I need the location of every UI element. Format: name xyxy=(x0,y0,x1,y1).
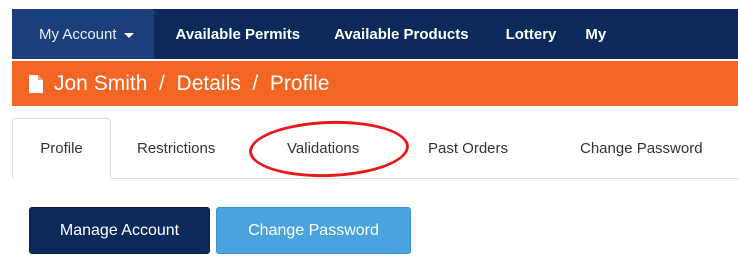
breadcrumb: Jon Smith / Details / Profile xyxy=(12,61,738,106)
change-password-button[interactable]: Change Password xyxy=(216,207,411,254)
tab-bar: Profile Restrictions Validations Past Or… xyxy=(12,118,738,179)
nav-item-label: Lottery xyxy=(505,25,557,43)
nav-item-label: Available Permits xyxy=(175,25,301,43)
tab-validations[interactable]: Validations xyxy=(287,118,359,178)
caret-down-icon xyxy=(123,32,134,38)
nav-item-available-permits[interactable]: Available Permits xyxy=(176,9,301,59)
nav-item-available-products[interactable]: Available Products xyxy=(334,9,469,59)
nav-item-my[interactable]: My xyxy=(585,9,606,59)
tab-label: Profile xyxy=(40,140,83,157)
tab-past-orders[interactable]: Past Orders xyxy=(428,118,508,178)
page: My Account Available Permits Available P… xyxy=(0,0,738,261)
document-icon xyxy=(29,74,43,93)
nav-item-lottery[interactable]: Lottery xyxy=(506,9,557,59)
nav-item-label: My xyxy=(585,25,607,43)
top-navbar: My Account Available Permits Available P… xyxy=(12,9,738,59)
tab-restrictions[interactable]: Restrictions xyxy=(137,118,215,178)
tab-label: Validations xyxy=(287,139,360,157)
nav-item-my-account[interactable]: My Account xyxy=(12,9,154,59)
tab-profile[interactable]: Profile xyxy=(12,118,111,179)
nav-item-label: My Account xyxy=(39,25,117,43)
tab-label: Past Orders xyxy=(428,139,509,157)
manage-account-button[interactable]: Manage Account xyxy=(29,207,210,254)
breadcrumb-text: Jon Smith / Details / Profile xyxy=(54,71,330,95)
tab-label: Restrictions xyxy=(137,139,216,157)
tab-label: Change Password xyxy=(580,139,703,157)
nav-item-label: Available Products xyxy=(334,25,469,43)
tab-change-password[interactable]: Change Password xyxy=(580,118,703,178)
